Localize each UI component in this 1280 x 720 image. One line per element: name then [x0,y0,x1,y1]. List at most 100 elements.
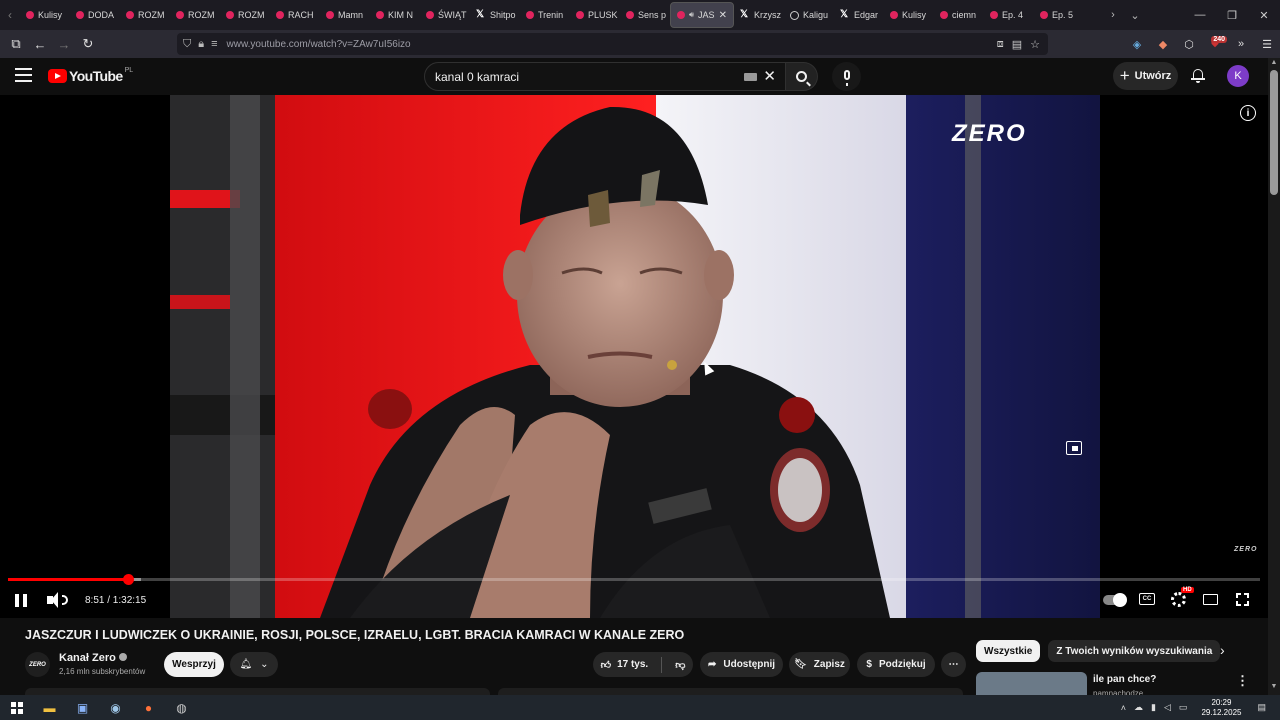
recommended-video-thumbnail[interactable] [976,672,1087,695]
chip-from-search[interactable]: Z Twoich wyników wyszukiwania [1048,640,1221,662]
steam-icon[interactable]: ◉ [99,695,132,720]
browser-tab[interactable]: Trenin [520,2,570,28]
fox-extension-icon[interactable]: ◆ [1150,38,1176,51]
reload-button[interactable]: ↻ [76,36,100,52]
browser-tab[interactable]: 🔊︎ JAS ✕ [670,2,734,28]
clear-search-icon[interactable]: ✕ [763,67,776,85]
notifications-icon[interactable]: ▤ [1257,702,1266,713]
browser-tab[interactable]: Ep. 4 [984,2,1034,28]
recommended-video-title[interactable]: ile pan chce? [1093,674,1156,685]
share-button[interactable]: ➦ Udostępnij [700,652,783,677]
dislike-button[interactable]: 👎︎ [675,659,685,671]
recommended-more-icon[interactable]: ⋮ [1236,673,1249,689]
settings-gear-icon[interactable] [1171,592,1186,607]
shield-icon[interactable]: ⛉ [183,38,191,51]
like-button[interactable]: 👍︎ 17 tys. [601,659,649,671]
scroll-down-icon[interactable]: ▼ [1269,683,1279,690]
browser-tab[interactable]: ŚWIĄT [420,2,470,28]
firefox-icon[interactable]: ● [132,695,165,720]
app-icon[interactable]: ◍ [165,695,198,720]
video-player[interactable]: i ZERO ZERO 8:51 / 1:32:15 CC HD [0,95,1268,618]
chip-next-chevron-icon[interactable]: › [1220,642,1225,658]
back-button[interactable]: ← [28,37,52,52]
address-bar[interactable]: ⛉ 🔒︎ ≡ www.youtube.com/watch?v=ZAw7uI56i… [177,33,1048,55]
browser-tab[interactable]: ROZM [220,2,270,28]
channel-name-text[interactable]: Kanał Zero [59,652,116,664]
browser-tab[interactable]: KIM N [370,2,420,28]
browser-tab[interactable]: DODA [70,2,120,28]
thanks-button[interactable]: $ Podziękuj [857,652,935,677]
overflow-chevron-icon[interactable]: » [1228,38,1254,50]
tab-scroll-right-icon[interactable]: › [1102,9,1124,21]
browser-tab[interactable]: Ep. 5 [1034,2,1084,28]
file-explorer-icon[interactable]: ▬ [33,695,66,720]
tab-scroll-left-icon[interactable]: ‹ [0,8,20,22]
browser-tab[interactable]: PLUSK [570,2,620,28]
picture-in-picture-icon[interactable]: ⧈ [997,38,1004,51]
permissions-icon[interactable]: ≡ [211,38,217,50]
subtitles-button[interactable]: CC [1139,593,1155,605]
url-text[interactable]: www.youtube.com/watch?v=ZAw7uI56izo [227,39,411,50]
mic-tray-icon[interactable]: ▮ [1151,702,1156,713]
ublock-extension-icon[interactable]: ⛊ 240 [1202,35,1228,51]
browser-tab[interactable]: ROZM [170,2,220,28]
theater-mode-icon[interactable] [1203,594,1218,605]
browser-tab[interactable]: Kulisy [20,2,70,28]
support-button[interactable]: Wesprzyj [164,652,224,677]
tab-audio-icon[interactable]: 🔊︎ [689,10,694,20]
channel-avatar[interactable]: ZERO [25,652,50,677]
voice-search-button[interactable] [832,62,861,91]
scroll-up-icon[interactable]: ▲ [1269,59,1279,66]
bookmark-star-icon[interactable]: ☆ [1030,38,1040,51]
search-query[interactable]: kanal 0 kamraci [435,70,519,84]
speaker-tray-icon[interactable]: ◁ [1164,702,1171,713]
scrollbar-thumb[interactable] [1270,70,1278,195]
browser-tab[interactable]: ciemn [934,2,984,28]
vpn-extension-icon[interactable]: ◈ [1124,38,1150,51]
browser-tab[interactable]: 𝕏 Krzysz [734,2,784,28]
close-window-icon[interactable]: ✕ [1248,9,1280,22]
search-input[interactable]: kanal 0 kamraci ✕ [424,62,786,91]
browser-tab[interactable]: Mamn [320,2,370,28]
network-icon[interactable]: ☁ [1134,702,1143,713]
browser-menu-icon[interactable]: ☰ [1254,38,1280,51]
create-button[interactable]: + Utwórz [1113,62,1178,90]
keyboard-icon[interactable] [744,73,757,81]
restore-icon[interactable]: ❐ [1216,9,1248,22]
taskbar-clock[interactable]: 20:29 29.12.2025 [1201,698,1241,718]
fullscreen-icon[interactable] [1236,593,1249,606]
progress-bar[interactable] [8,578,1260,581]
miniplayer-icon[interactable] [1066,441,1082,455]
tab-list-chevron-icon[interactable]: ⌄ [1124,9,1146,22]
volume-icon[interactable] [47,591,68,609]
lock-icon[interactable]: 🔒︎ [198,38,204,51]
browser-tab[interactable]: Sens p [620,2,670,28]
chip-all[interactable]: Wszystkie [976,640,1041,662]
start-button[interactable] [0,695,33,720]
guide-menu-icon[interactable] [15,68,32,82]
display-tray-icon[interactable]: ▭ [1179,702,1188,713]
desktop-app-icon[interactable]: ▣ [66,695,99,720]
browser-tab[interactable]: RACH [270,2,320,28]
browser-tab[interactable]: 𝕏 Edgar [834,2,884,28]
pause-button[interactable] [15,591,27,609]
progress-scrubber-handle[interactable] [123,574,135,585]
browser-tab[interactable]: ROZM [120,2,170,28]
browser-tab[interactable]: Kulisy [884,2,934,28]
autoplay-toggle[interactable] [1103,593,1127,607]
browser-tab[interactable]: 𝕏 Shitpo [470,2,520,28]
forward-button[interactable]: → [52,37,76,52]
more-actions-button[interactable]: ⋯ [941,652,966,677]
subscription-notifications-button[interactable]: 🔔︎ ⌄ [230,652,278,677]
extensions-puzzle-icon[interactable]: ⬡ [1176,38,1202,51]
tray-chevron-icon[interactable]: ˄ [1121,703,1126,713]
reader-view-icon[interactable]: ▤ [1012,38,1022,51]
video-frame[interactable] [170,95,1100,618]
info-icon[interactable]: i [1240,105,1256,121]
browser-tab[interactable]: Kaligu [784,2,834,28]
save-button[interactable]: 🔖︎ Zapisz [789,652,850,677]
sidebar-toggle-icon[interactable]: ⧉ [4,36,28,52]
youtube-logo[interactable]: YouTube PL [48,67,133,84]
channel-name[interactable]: Kanał Zero [59,652,127,664]
account-avatar[interactable]: K [1227,65,1249,87]
